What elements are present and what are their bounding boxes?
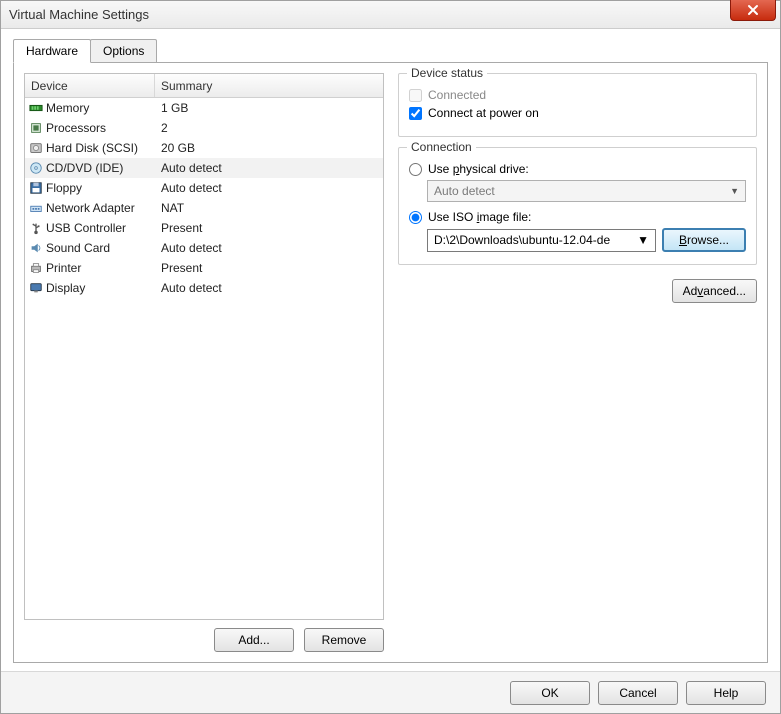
device-summary: Auto detect bbox=[155, 281, 383, 295]
device-name: Display bbox=[46, 281, 85, 295]
sound-icon bbox=[29, 241, 43, 255]
close-button[interactable] bbox=[730, 0, 776, 21]
iso-path-value: D:\2\Downloads\ubuntu-12.04-de bbox=[434, 233, 610, 247]
physical-drive-combo: Auto detect ▼ bbox=[427, 180, 746, 202]
iso-path-combo[interactable]: D:\2\Downloads\ubuntu-12.04-de ▼ bbox=[427, 229, 656, 252]
device-name: Network Adapter bbox=[46, 201, 135, 215]
iso-label: Use ISO image file: bbox=[428, 210, 531, 224]
table-row[interactable]: Memory 1 GB bbox=[25, 98, 383, 118]
table-row[interactable]: Printer Present bbox=[25, 258, 383, 278]
device-summary: Auto detect bbox=[155, 161, 383, 175]
physical-drive-label: Use physical drive: bbox=[428, 162, 529, 176]
table-row[interactable]: CD/DVD (IDE) Auto detect bbox=[25, 158, 383, 178]
device-name: Printer bbox=[46, 261, 81, 275]
connected-checkbox bbox=[409, 89, 422, 102]
group-title-status: Device status bbox=[407, 66, 487, 80]
device-summary: Present bbox=[155, 261, 383, 275]
floppy-icon bbox=[29, 181, 43, 195]
tab-options[interactable]: Options bbox=[90, 39, 157, 63]
display-icon bbox=[29, 281, 43, 295]
table-row[interactable]: Processors 2 bbox=[25, 118, 383, 138]
remove-button[interactable]: Remove bbox=[304, 628, 384, 652]
memory-icon bbox=[29, 101, 43, 115]
device-name: Processors bbox=[46, 121, 106, 135]
table-header: Device Summary bbox=[25, 74, 383, 98]
device-name: Memory bbox=[46, 101, 89, 115]
help-button[interactable]: Help bbox=[686, 681, 766, 705]
ok-button[interactable]: OK bbox=[510, 681, 590, 705]
device-summary: Auto detect bbox=[155, 181, 383, 195]
tab-bar: Hardware Options bbox=[13, 39, 768, 63]
browse-button[interactable]: Browse... bbox=[662, 228, 746, 252]
table-row[interactable]: Floppy Auto detect bbox=[25, 178, 383, 198]
device-summary: Present bbox=[155, 221, 383, 235]
table-row[interactable]: Network Adapter NAT bbox=[25, 198, 383, 218]
device-name: Hard Disk (SCSI) bbox=[46, 141, 138, 155]
device-name: CD/DVD (IDE) bbox=[46, 161, 123, 175]
advanced-button[interactable]: Advanced... bbox=[672, 279, 757, 303]
device-summary: Auto detect bbox=[155, 241, 383, 255]
device-status-group: Device status Connected Connect at power… bbox=[398, 73, 757, 137]
device-summary: 20 GB bbox=[155, 141, 383, 155]
connected-label: Connected bbox=[428, 88, 486, 102]
col-summary[interactable]: Summary bbox=[155, 74, 383, 97]
chevron-down-icon: ▼ bbox=[637, 233, 649, 247]
hdd-icon bbox=[29, 141, 43, 155]
titlebar: Virtual Machine Settings bbox=[1, 1, 780, 29]
device-name: Sound Card bbox=[46, 241, 110, 255]
physical-drive-radio[interactable] bbox=[409, 163, 422, 176]
connect-poweron-checkbox[interactable] bbox=[409, 107, 422, 120]
dialog-footer: OK Cancel Help bbox=[1, 671, 780, 713]
iso-radio[interactable] bbox=[409, 211, 422, 224]
window-title: Virtual Machine Settings bbox=[9, 7, 149, 22]
usb-icon bbox=[29, 221, 43, 235]
device-summary: 1 GB bbox=[155, 101, 383, 115]
cancel-button[interactable]: Cancel bbox=[598, 681, 678, 705]
cpu-icon bbox=[29, 121, 43, 135]
device-summary: NAT bbox=[155, 201, 383, 215]
table-row[interactable]: Sound Card Auto detect bbox=[25, 238, 383, 258]
connect-poweron-label: Connect at power on bbox=[428, 106, 539, 120]
physical-drive-value: Auto detect bbox=[434, 184, 495, 198]
cd-icon bbox=[29, 161, 43, 175]
table-row[interactable]: USB Controller Present bbox=[25, 218, 383, 238]
device-name: USB Controller bbox=[46, 221, 126, 235]
table-row[interactable]: Hard Disk (SCSI) 20 GB bbox=[25, 138, 383, 158]
device-table: Device Summary Memory 1 GB Processors 2 Hard… bbox=[24, 73, 384, 620]
chevron-down-icon: ▼ bbox=[730, 186, 739, 196]
add-button[interactable]: Add... bbox=[214, 628, 294, 652]
net-icon bbox=[29, 201, 43, 215]
group-title-connection: Connection bbox=[407, 140, 476, 154]
table-row[interactable]: Display Auto detect bbox=[25, 278, 383, 298]
printer-icon bbox=[29, 261, 43, 275]
device-summary: 2 bbox=[155, 121, 383, 135]
close-icon bbox=[747, 4, 759, 16]
connection-group: Connection Use physical drive: Auto dete… bbox=[398, 147, 757, 265]
col-device[interactable]: Device bbox=[25, 74, 155, 97]
tab-hardware[interactable]: Hardware bbox=[13, 39, 91, 63]
device-name: Floppy bbox=[46, 181, 82, 195]
